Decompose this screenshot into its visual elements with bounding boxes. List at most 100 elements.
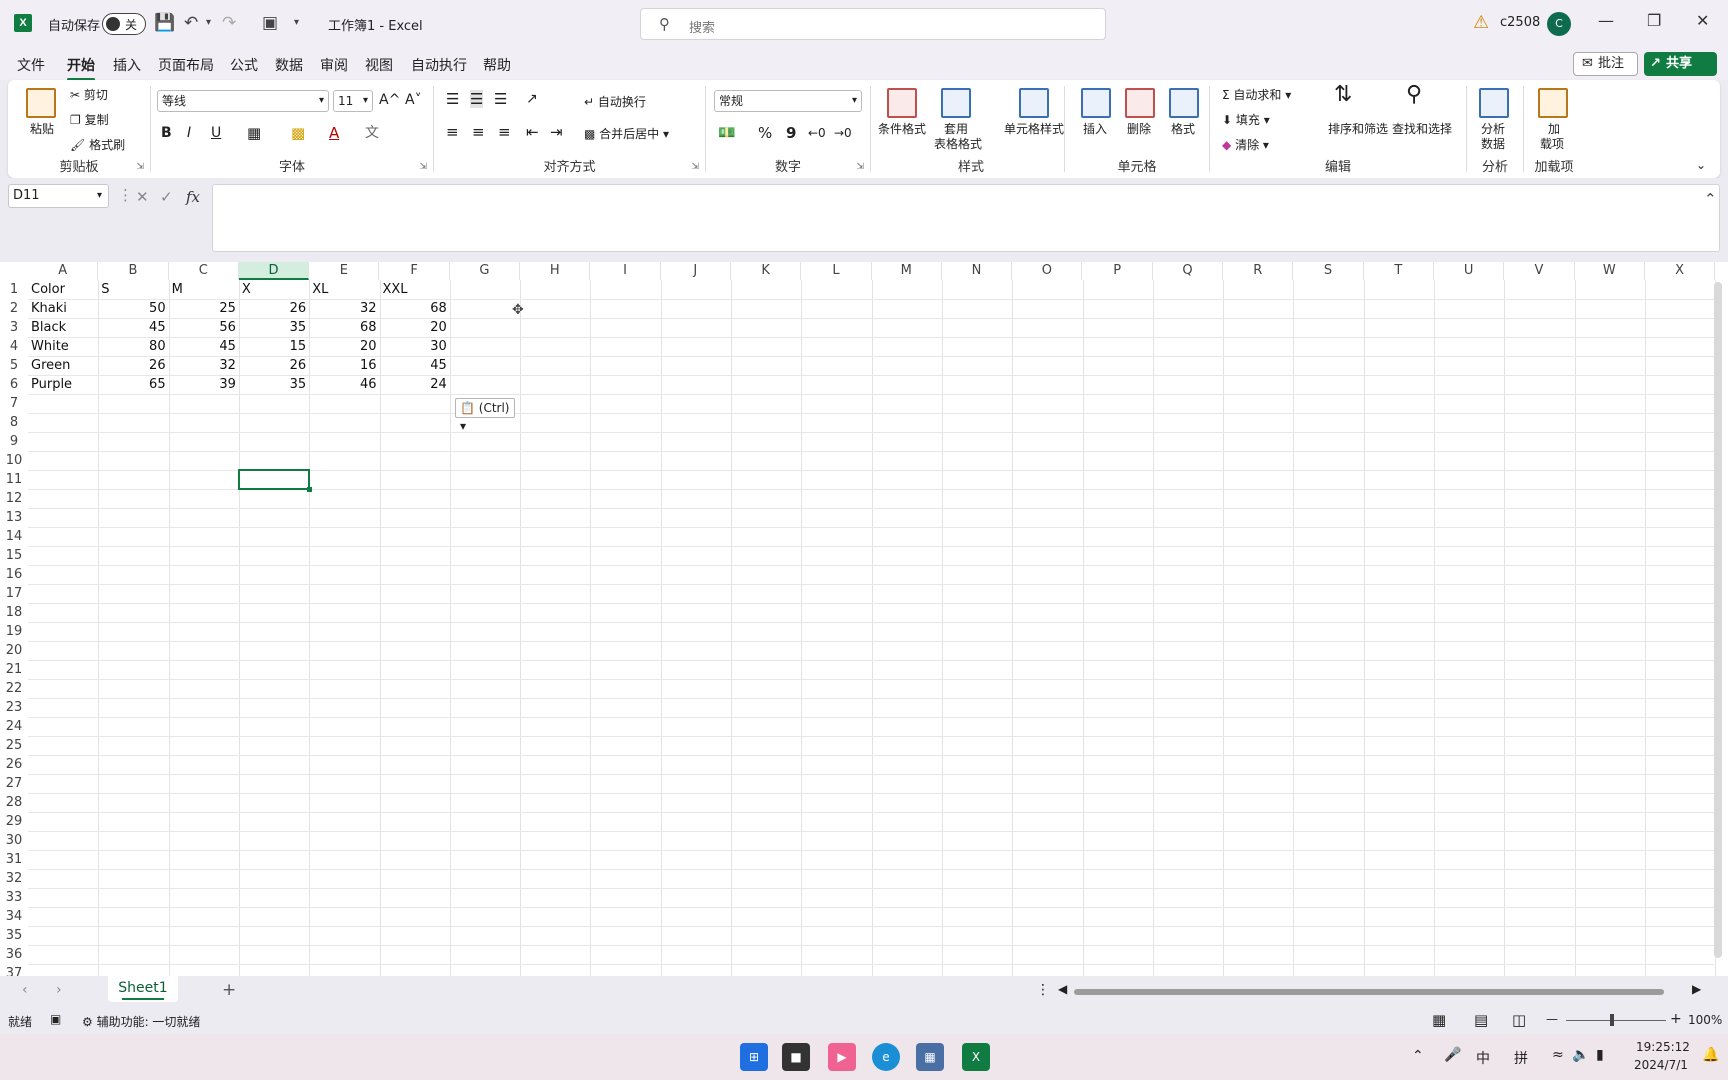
wrap-text-button[interactable]: ↵ 自动换行 <box>584 93 646 111</box>
column-header-W[interactable]: W <box>1574 262 1645 280</box>
restore-icon[interactable]: ❐ <box>1647 11 1661 30</box>
cell-C3[interactable]: 56 <box>169 318 239 337</box>
microphone-icon[interactable]: 🎤 <box>1444 1047 1461 1063</box>
row-header-15[interactable]: 15 <box>0 546 28 565</box>
volume-icon[interactable]: 🔈 <box>1572 1047 1589 1063</box>
tab-view[interactable]: 视图 <box>365 55 393 75</box>
format-cells-button[interactable]: 格式 <box>1171 120 1195 138</box>
row-header-6[interactable]: 6 <box>0 375 28 394</box>
cell-A4[interactable]: White <box>28 337 98 356</box>
ime-pinyin[interactable]: 拼 <box>1514 1048 1528 1068</box>
sort-filter-icon[interactable]: ⇅ <box>1334 84 1352 106</box>
row-header-30[interactable]: 30 <box>0 831 28 850</box>
battery-icon[interactable]: ▮ <box>1596 1047 1604 1063</box>
tab-insert[interactable]: 插入 <box>113 55 141 75</box>
formula-input[interactable] <box>212 184 1720 252</box>
horizontal-scrollbar[interactable] <box>1074 989 1664 995</box>
align-center-icon[interactable]: ≡ <box>472 123 485 141</box>
column-header-K[interactable]: K <box>731 262 802 280</box>
column-header-Q[interactable]: Q <box>1152 262 1224 280</box>
paste-button[interactable]: 粘贴 <box>30 120 54 138</box>
cell-F6[interactable]: 24 <box>380 375 450 394</box>
column-header-C[interactable]: C <box>168 262 239 280</box>
find-select-icon[interactable]: ⚲ <box>1406 84 1422 106</box>
cell-B1[interactable]: S <box>98 280 168 299</box>
cell-B5[interactable]: 26 <box>98 356 168 375</box>
form-icon[interactable]: ▣ <box>262 12 278 34</box>
macro-record-icon[interactable]: ▣ <box>50 1012 61 1026</box>
row-header-9[interactable]: 9 <box>0 432 28 451</box>
increase-indent-icon[interactable]: ⇥ <box>550 123 563 141</box>
column-header-E[interactable]: E <box>309 262 380 280</box>
cell-D3[interactable]: 35 <box>239 318 309 337</box>
tab-formulas[interactable]: 公式 <box>230 55 258 75</box>
copy-button[interactable]: ❐ 复制 <box>70 111 109 129</box>
row-header-19[interactable]: 19 <box>0 622 28 641</box>
italic-button[interactable]: I <box>187 124 191 142</box>
close-icon[interactable]: ✕ <box>1696 11 1709 30</box>
clear-button[interactable]: ◆ 清除 ▾ <box>1222 136 1269 154</box>
row-header-32[interactable]: 32 <box>0 869 28 888</box>
notification-bell-icon[interactable]: 🔔 <box>1702 1047 1719 1063</box>
cell-E6[interactable]: 46 <box>309 375 379 394</box>
dialog-launcher-icon[interactable]: ⇲ <box>691 162 699 172</box>
addins-icon[interactable] <box>1538 88 1568 118</box>
customize-qat-icon[interactable]: ▾ <box>294 12 299 34</box>
clock-time[interactable]: 19:25:12 <box>1636 1040 1690 1054</box>
ime-mode[interactable]: 中 <box>1476 1048 1490 1068</box>
row-header-24[interactable]: 24 <box>0 717 28 736</box>
tab-automate[interactable]: 自动执行 <box>411 55 467 75</box>
paste-icon[interactable] <box>26 88 56 118</box>
align-top-icon[interactable]: ☰ <box>446 90 459 108</box>
collapse-formula-icon[interactable]: ⌃ <box>1704 190 1717 208</box>
align-right-icon[interactable]: ≡ <box>498 123 511 141</box>
row-header-31[interactable]: 31 <box>0 850 28 869</box>
font-color-button[interactable]: A <box>329 124 339 142</box>
tab-home[interactable]: 开始 <box>67 55 95 81</box>
redo-icon[interactable]: ↷ <box>222 12 236 34</box>
cell-F3[interactable]: 20 <box>380 318 450 337</box>
file-explorer-icon[interactable]: ■ <box>782 1043 810 1071</box>
cell-C6[interactable]: 39 <box>169 375 239 394</box>
column-header-I[interactable]: I <box>590 262 661 280</box>
bilibili-icon[interactable]: ▶ <box>828 1043 856 1071</box>
delete-cells-button[interactable]: 删除 <box>1127 120 1151 138</box>
cell-styles-icon[interactable] <box>1019 88 1049 118</box>
column-header-V[interactable]: V <box>1504 262 1575 280</box>
comma-button[interactable]: 9 <box>786 124 796 142</box>
warning-icon[interactable]: ⚠ <box>1473 12 1489 33</box>
currency-icon[interactable]: 💵 <box>718 124 735 142</box>
calculator-icon[interactable]: ▦ <box>916 1043 944 1071</box>
cell-C4[interactable]: 45 <box>169 337 239 356</box>
row-header-17[interactable]: 17 <box>0 584 28 603</box>
accessibility-status[interactable]: ⚙ 辅助功能: 一切就绪 <box>82 1013 200 1030</box>
conditional-format-button[interactable]: 条件格式 <box>871 120 933 138</box>
row-header-21[interactable]: 21 <box>0 660 28 679</box>
column-header-M[interactable]: M <box>871 262 942 280</box>
analyze-data-icon[interactable] <box>1479 88 1509 118</box>
cell-D2[interactable]: 26 <box>239 299 309 318</box>
row-header-10[interactable]: 10 <box>0 451 28 470</box>
cell-E4[interactable]: 20 <box>309 337 379 356</box>
cell-E2[interactable]: 32 <box>309 299 379 318</box>
cell-B2[interactable]: 50 <box>98 299 168 318</box>
row-header-28[interactable]: 28 <box>0 793 28 812</box>
column-header-T[interactable]: T <box>1363 262 1434 280</box>
insert-cells-button[interactable]: 插入 <box>1083 120 1107 138</box>
increase-decimal-icon[interactable]: ←0 <box>808 124 826 142</box>
cell-B4[interactable]: 80 <box>98 337 168 356</box>
align-left-icon[interactable]: ≡ <box>446 123 459 141</box>
bold-button[interactable]: B <box>161 124 172 142</box>
row-header-29[interactable]: 29 <box>0 812 28 831</box>
row-header-36[interactable]: 36 <box>0 945 28 964</box>
row-header-23[interactable]: 23 <box>0 698 28 717</box>
column-header-A[interactable]: A <box>28 262 99 280</box>
row-header-18[interactable]: 18 <box>0 603 28 622</box>
cell-B3[interactable]: 45 <box>98 318 168 337</box>
row-header-2[interactable]: 2 <box>0 299 28 318</box>
format-cells-icon[interactable] <box>1169 88 1199 118</box>
cell-D6[interactable]: 35 <box>239 375 309 394</box>
undo-icon[interactable]: ↶ <box>184 12 198 34</box>
cell-A1[interactable]: Color <box>28 280 98 299</box>
column-header-F[interactable]: F <box>379 262 450 280</box>
